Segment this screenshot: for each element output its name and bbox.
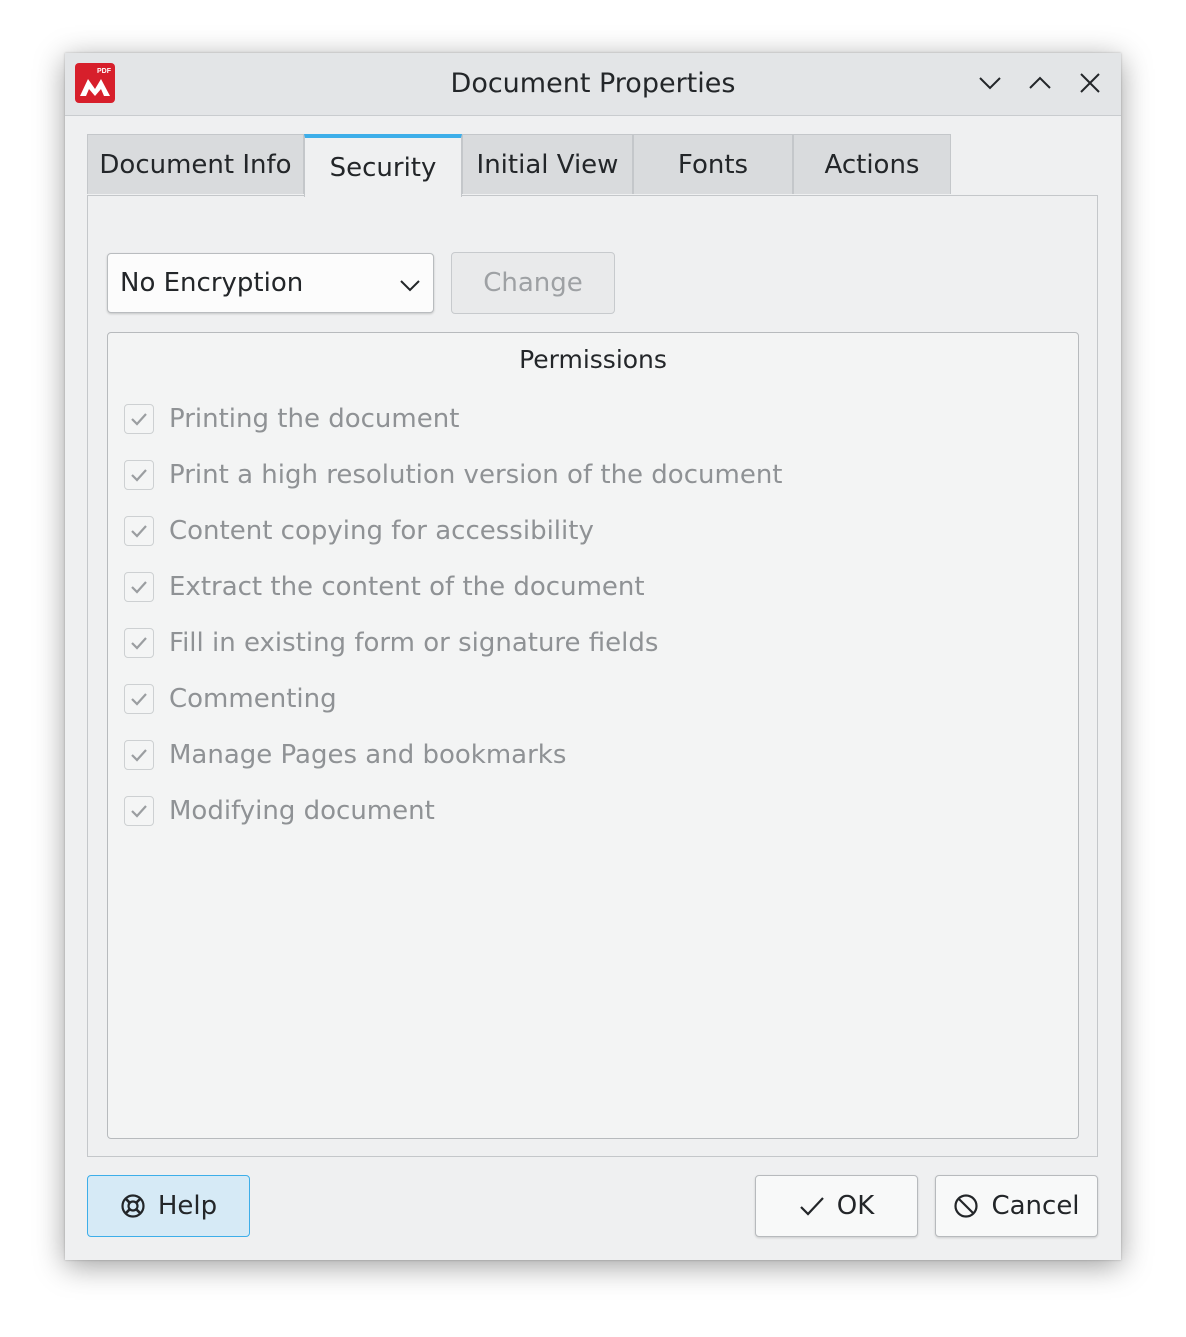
- chevron-down-icon: [400, 280, 420, 292]
- permission-manage-pages[interactable]: Manage Pages and bookmarks: [124, 738, 566, 772]
- lifebuoy-icon: [121, 1194, 145, 1218]
- permissions-group: Permissions Printing the document Print …: [107, 332, 1079, 1139]
- checkmark-icon: [131, 525, 147, 538]
- checkbox[interactable]: [124, 628, 154, 658]
- security-panel: No Encryption Change Permissions Printin…: [87, 195, 1098, 1157]
- close-icon: [1080, 73, 1100, 93]
- tab-security[interactable]: Security: [304, 134, 462, 197]
- permission-label: Extract the content of the document: [169, 572, 645, 602]
- help-button[interactable]: Help: [87, 1175, 250, 1237]
- permission-commenting[interactable]: Commenting: [124, 682, 337, 716]
- checkbox[interactable]: [124, 516, 154, 546]
- checkmark-icon: [131, 637, 147, 650]
- permission-high-res-print[interactable]: Print a high resolution version of the d…: [124, 458, 783, 492]
- chevron-up-icon: [1029, 76, 1051, 89]
- checkmark-icon: [131, 693, 147, 706]
- checkmark-icon: [131, 469, 147, 482]
- minimize-button[interactable]: [972, 65, 1008, 101]
- permission-extract-content[interactable]: Extract the content of the document: [124, 570, 645, 604]
- permission-fill-forms[interactable]: Fill in existing form or signature field…: [124, 626, 658, 660]
- maximize-button[interactable]: [1022, 65, 1058, 101]
- permission-label: Content copying for accessibility: [169, 516, 594, 546]
- checkbox[interactable]: [124, 796, 154, 826]
- window-title: Document Properties: [450, 68, 736, 99]
- cancel-label: Cancel: [991, 1191, 1080, 1221]
- ok-button[interactable]: OK: [755, 1175, 918, 1237]
- permissions-title: Permissions: [519, 345, 667, 374]
- title-bar: PDF Document Properties: [65, 53, 1121, 116]
- checkmark-icon: [131, 805, 147, 818]
- checkbox[interactable]: [124, 740, 154, 770]
- cancel-button[interactable]: Cancel: [935, 1175, 1098, 1237]
- checkmark-icon: [799, 1197, 824, 1216]
- checkbox[interactable]: [124, 572, 154, 602]
- document-properties-dialog: PDF Document Properties Document Info Se…: [65, 53, 1121, 1260]
- tab-actions[interactable]: Actions: [793, 134, 951, 194]
- permission-label: Fill in existing form or signature field…: [169, 628, 659, 658]
- checkbox[interactable]: [124, 404, 154, 434]
- checkmark-icon: [131, 749, 147, 762]
- permission-modifying[interactable]: Modifying document: [124, 794, 435, 828]
- permission-printing[interactable]: Printing the document: [124, 402, 459, 436]
- tab-fonts[interactable]: Fonts: [633, 134, 793, 194]
- cancel-icon: [954, 1194, 979, 1218]
- tab-document-info[interactable]: Document Info: [87, 134, 304, 194]
- checkbox[interactable]: [124, 460, 154, 490]
- permission-label: Print a high resolution version of the d…: [169, 460, 783, 490]
- chevron-down-icon: [979, 77, 1001, 90]
- permission-label: Manage Pages and bookmarks: [169, 740, 567, 770]
- permission-label: Modifying document: [169, 796, 435, 826]
- close-button[interactable]: [1072, 65, 1108, 101]
- help-label: Help: [157, 1191, 218, 1221]
- checkmark-icon: [131, 581, 147, 594]
- permission-copy-accessibility[interactable]: Content copying for accessibility: [124, 514, 594, 548]
- checkmark-icon: [131, 413, 147, 426]
- checkbox[interactable]: [124, 684, 154, 714]
- encryption-dropdown[interactable]: No Encryption: [107, 253, 434, 313]
- change-button[interactable]: Change: [451, 252, 615, 314]
- ok-label: OK: [836, 1191, 875, 1221]
- encryption-dropdown-value: No Encryption: [120, 268, 304, 298]
- tab-initial-view[interactable]: Initial View: [462, 134, 633, 194]
- permission-label: Printing the document: [169, 404, 460, 434]
- permission-label: Commenting: [169, 684, 337, 714]
